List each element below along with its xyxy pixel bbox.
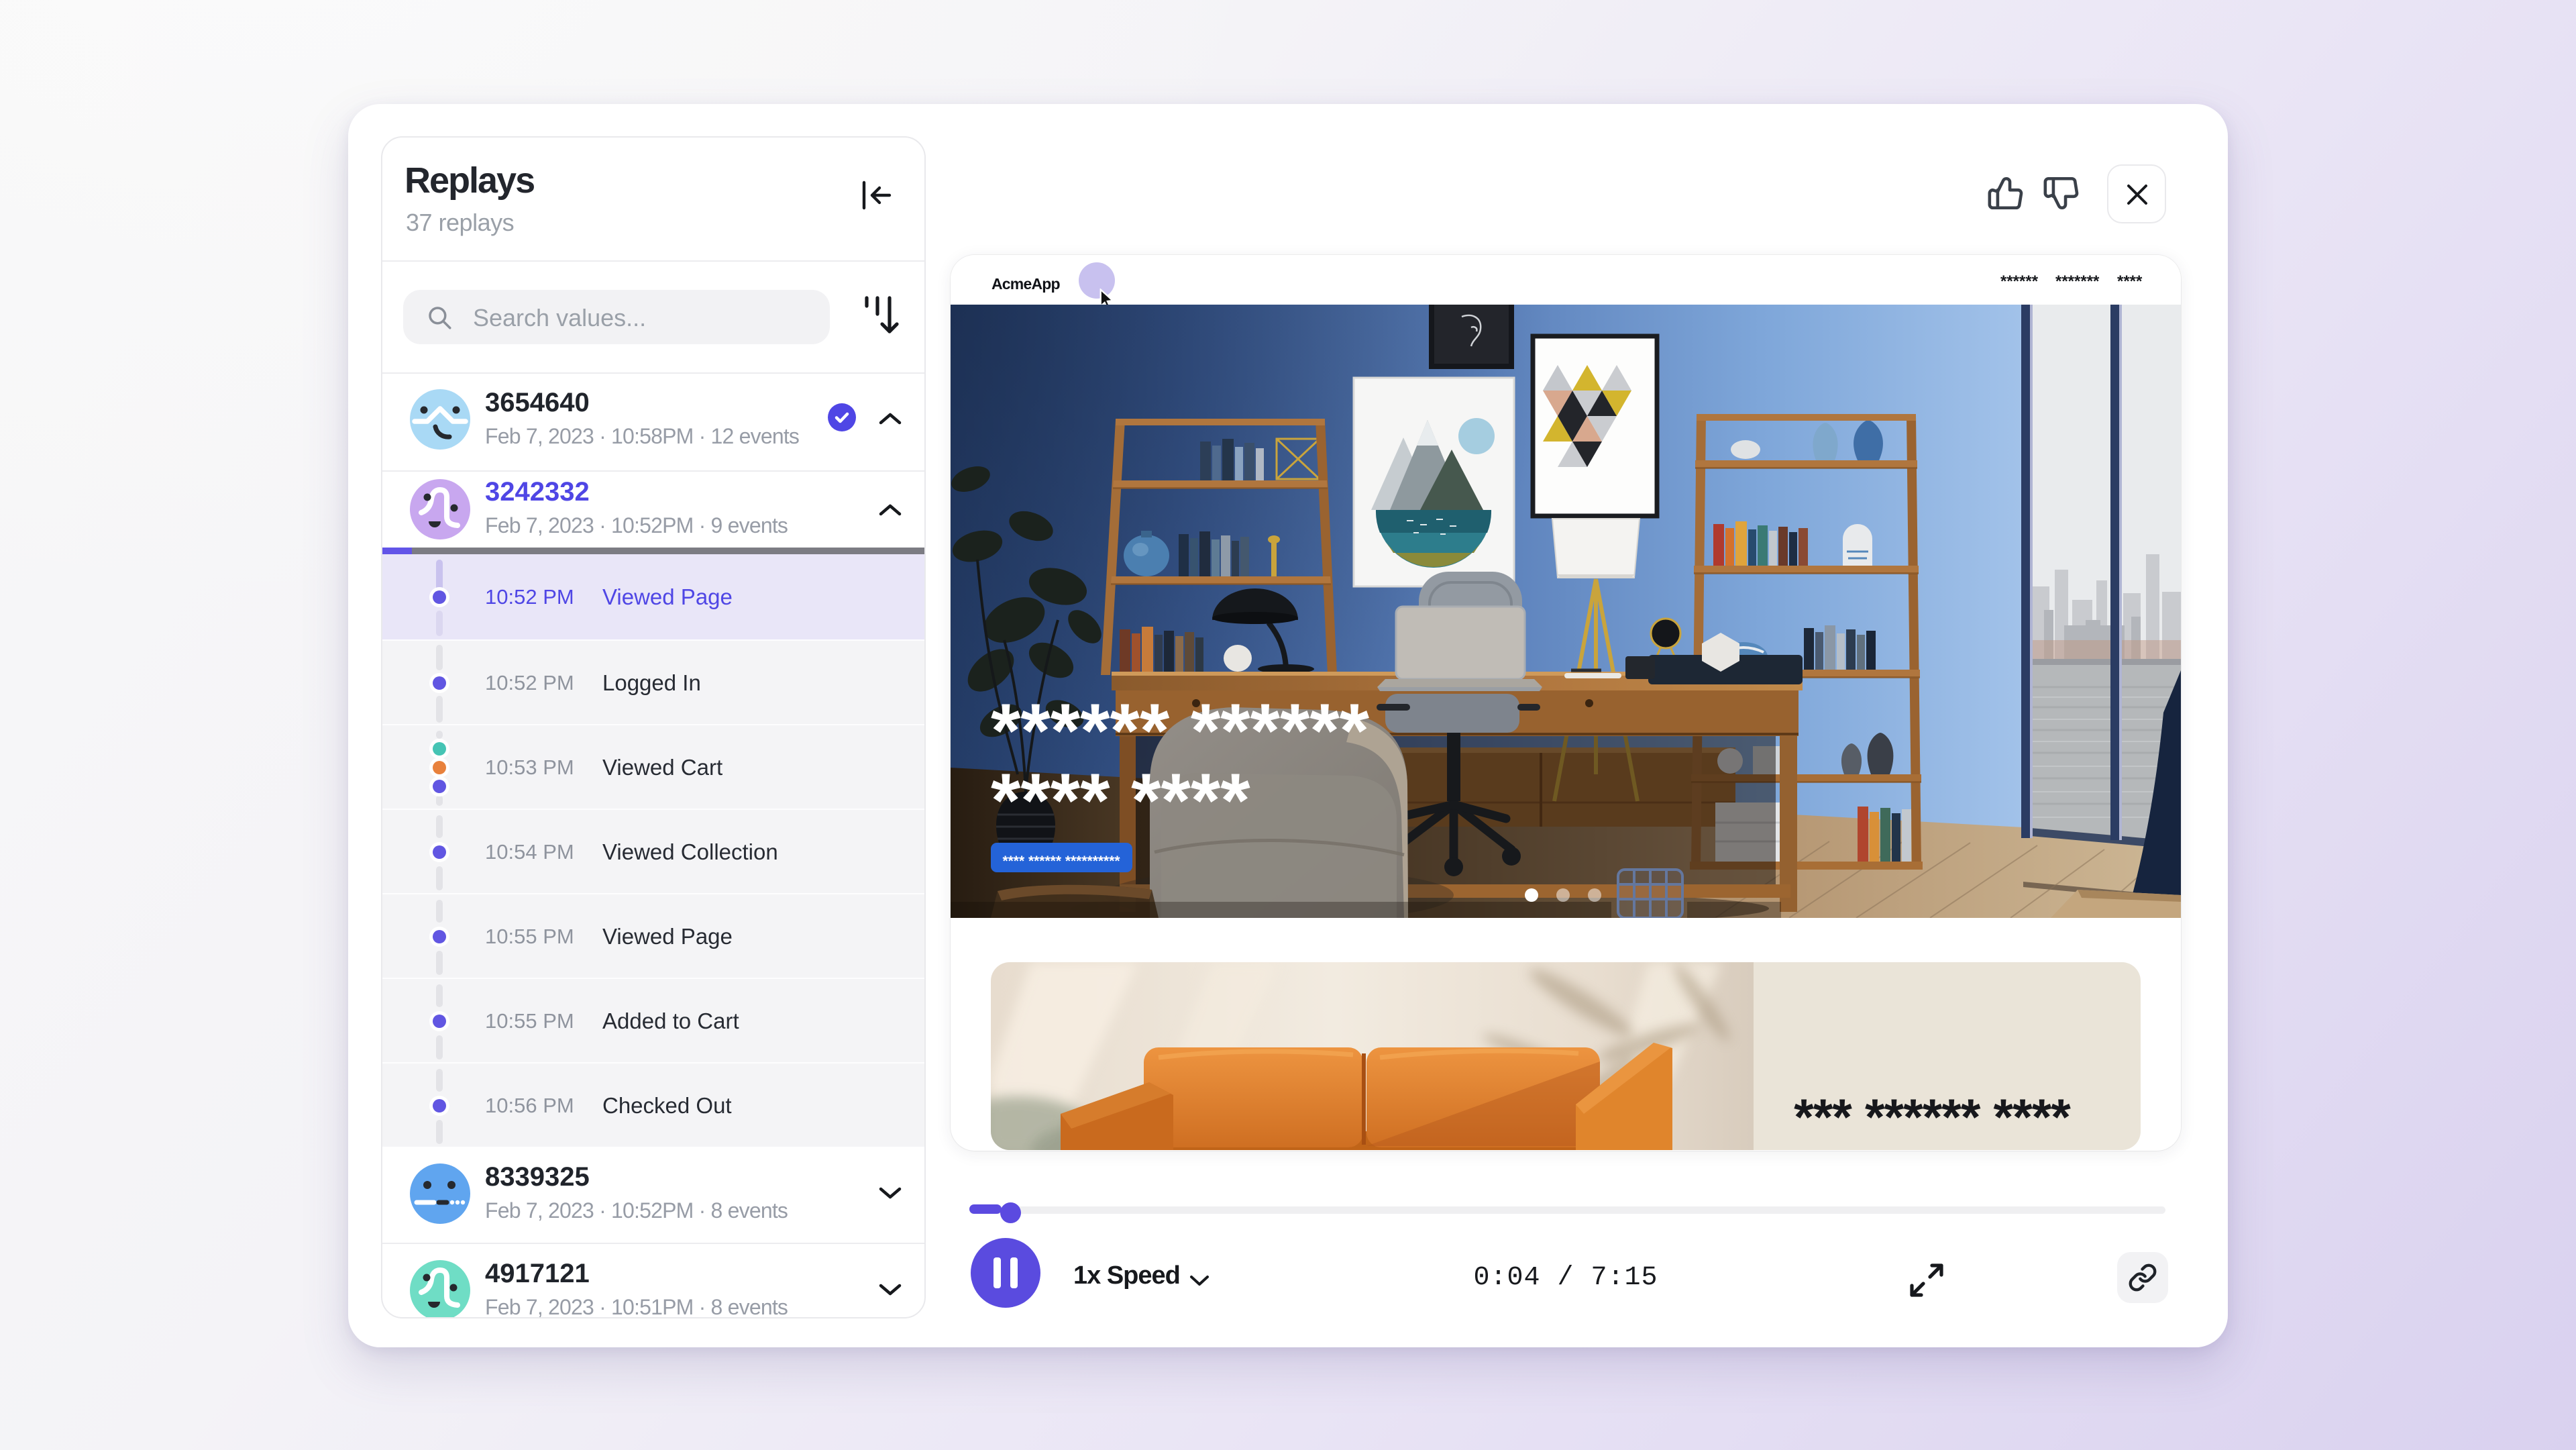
svg-text:**** ****** **********: **** ****** **********: [1002, 853, 1120, 869]
svg-text:*** ****** ****: *** ****** ****: [1794, 1089, 2071, 1146]
svg-text:**** ****: **** ****: [991, 758, 1250, 843]
